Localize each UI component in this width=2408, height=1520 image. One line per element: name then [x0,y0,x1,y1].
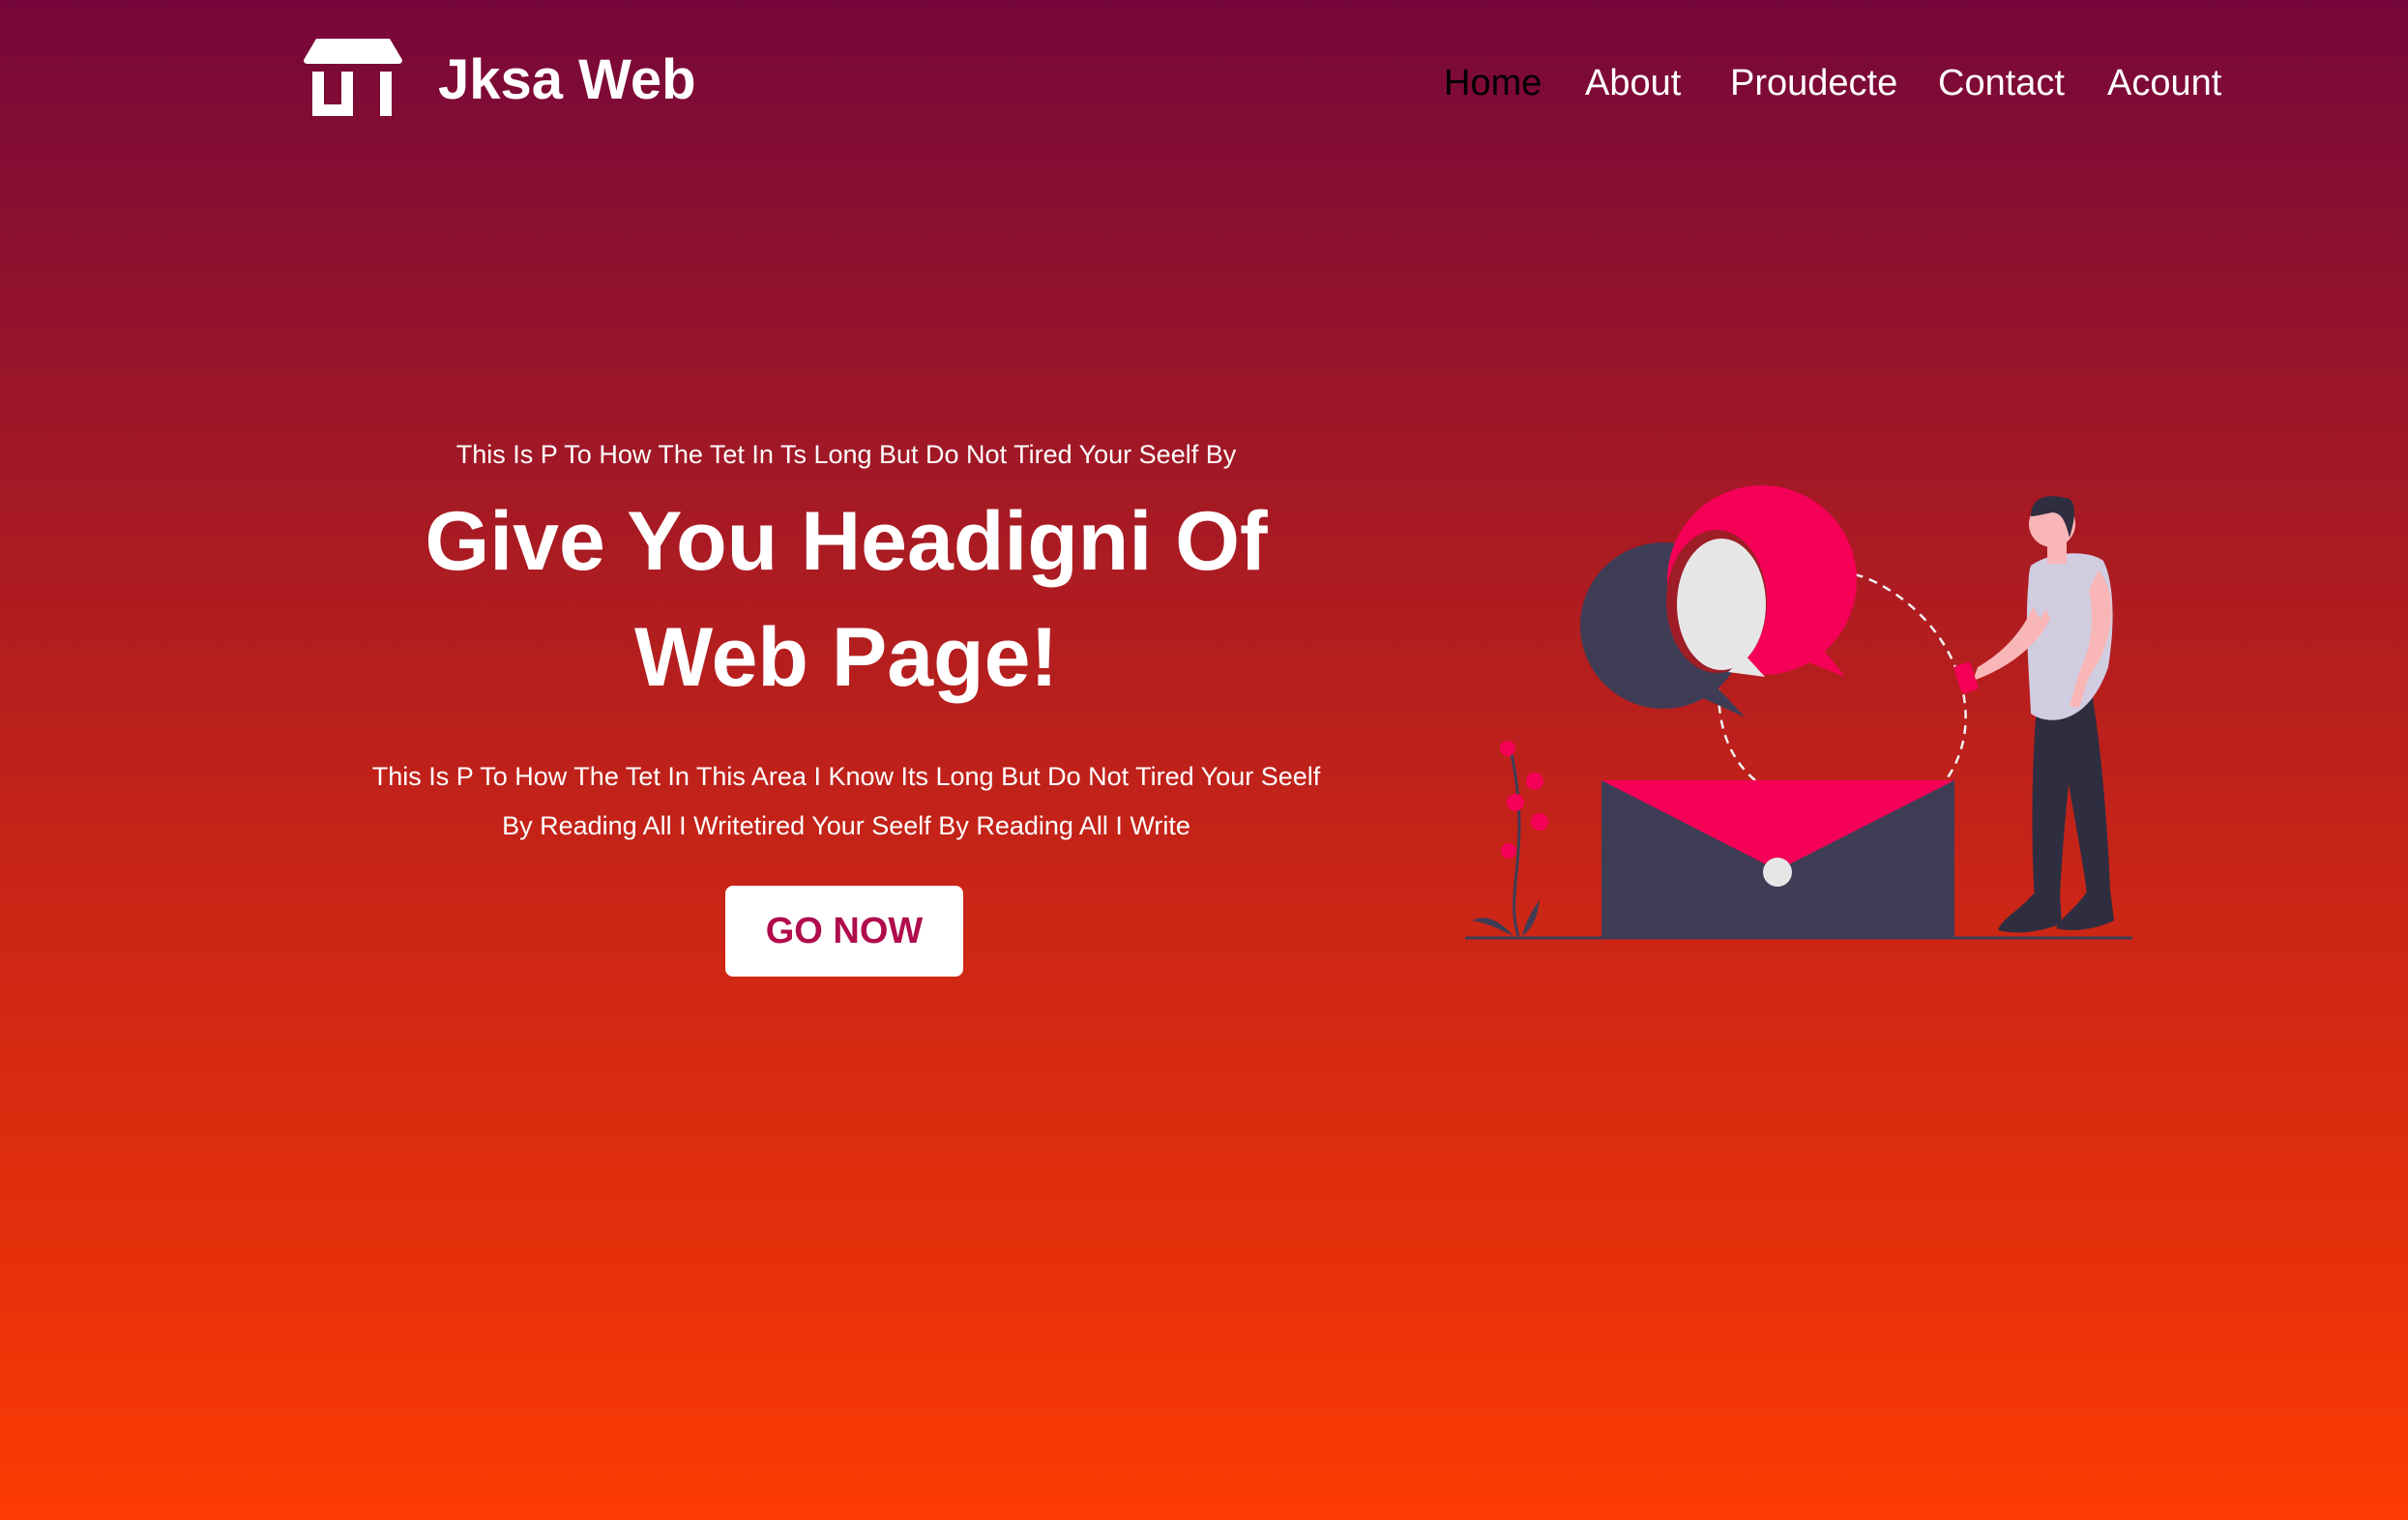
person-figure [1953,496,2114,933]
hero-title: Give You Headigni Of Web Page! [329,483,1364,716]
hero-description: This Is P To How The Tet In This Area I … [329,752,1364,851]
hero-illustration [1465,485,2132,940]
nav-products[interactable]: Proudecte [1730,54,1897,112]
hero-title-line-1: Give You Headigni Of [425,495,1268,588]
plant-icon [1472,741,1548,937]
envelope-icon [1601,780,1954,938]
nav-account[interactable]: Acount [2107,54,2221,112]
hero-kicker: This Is P To How The Tet In Ts Long But … [455,440,1237,469]
brand-name[interactable]: Jksa Web [438,46,696,114]
storefront-icon [304,39,402,116]
nav-contact[interactable]: Contact [1938,54,2065,112]
nav-about[interactable]: About [1585,54,1681,112]
go-now-button[interactable]: GO NOW [725,886,963,977]
hero-description-line-2: By Reading All I Writetired Your Seelf B… [502,811,1190,840]
hero-title-line-2: Web Page! [633,611,1059,704]
hero-description-line-1: This Is P To How The Tet In This Area I … [371,762,1321,791]
nav-home[interactable]: Home [1444,54,1542,112]
